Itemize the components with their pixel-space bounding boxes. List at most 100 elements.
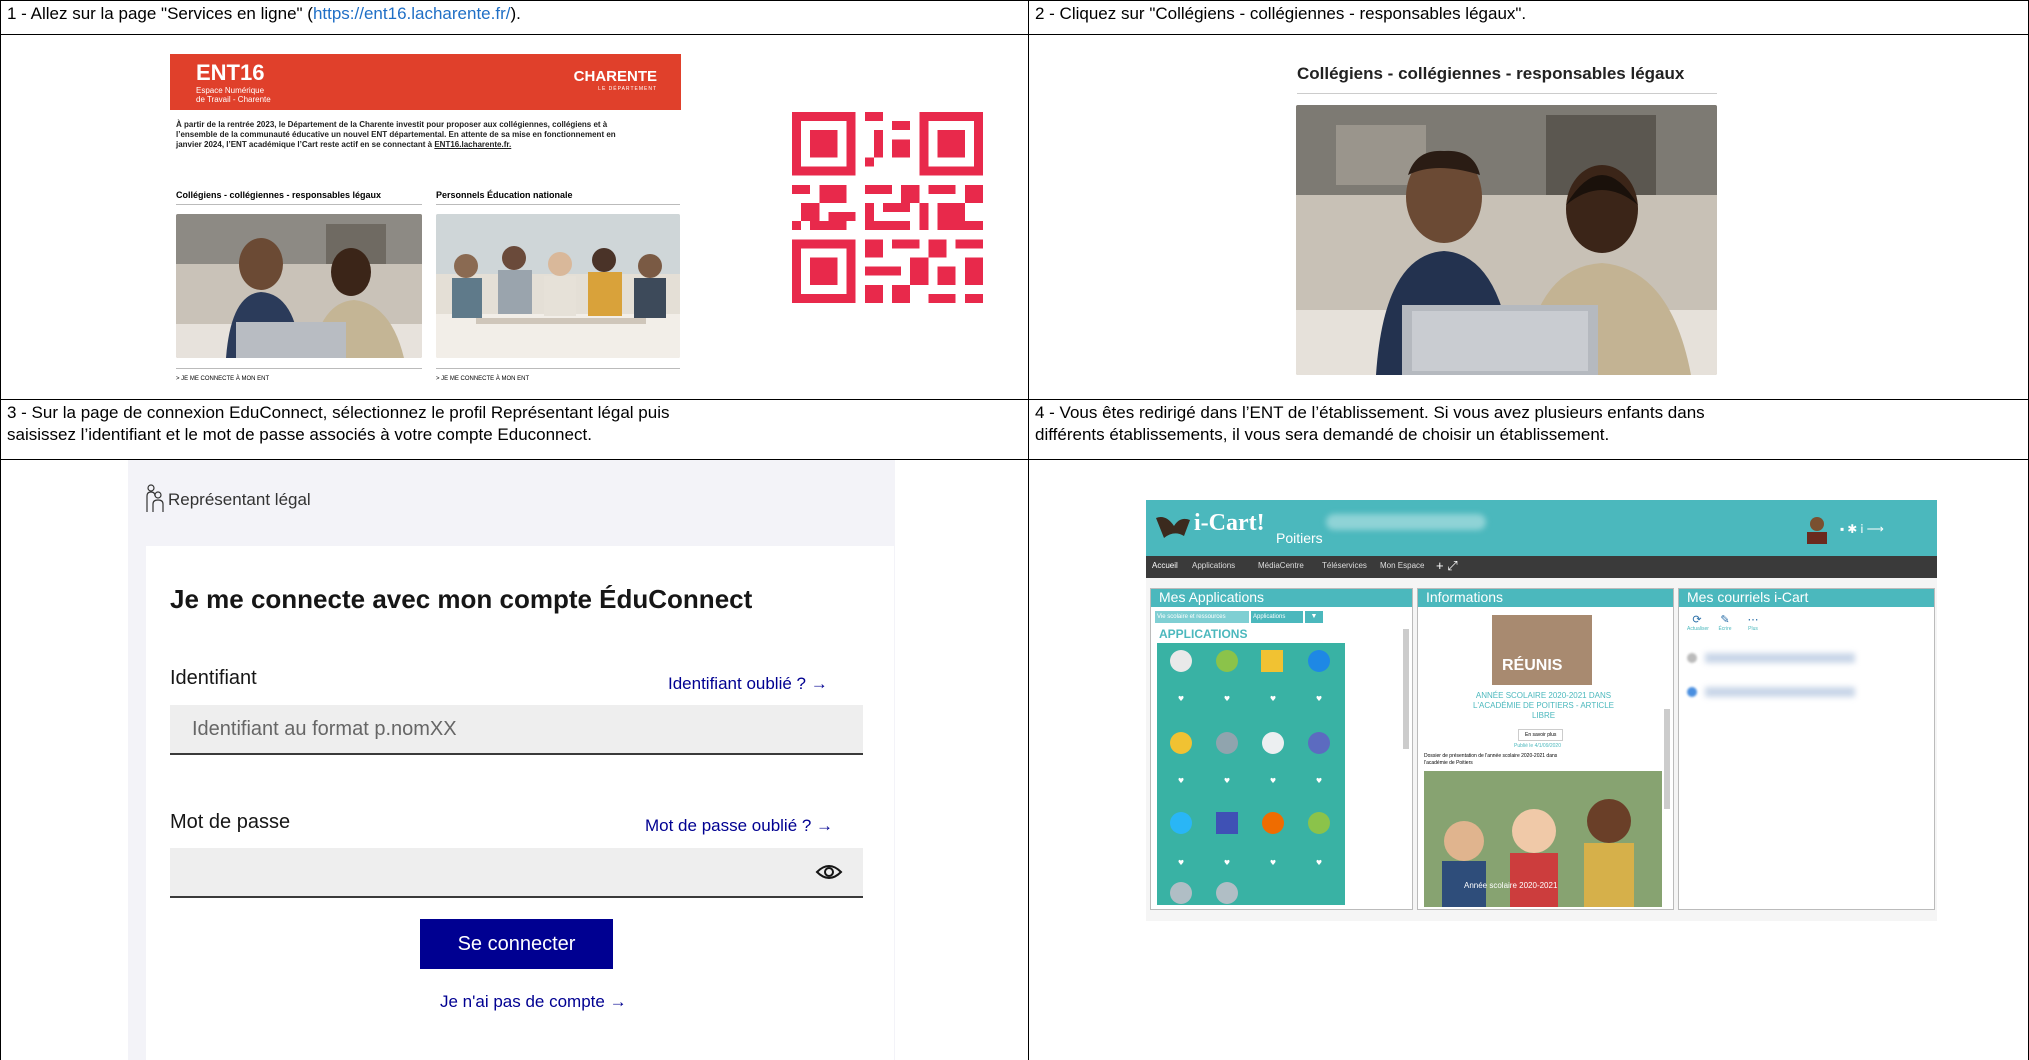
ent16-intro-link[interactable]: ENT16.lacharente.fr. bbox=[434, 140, 511, 149]
svg-text:♥: ♥ bbox=[1178, 777, 1184, 785]
step3-caption: 3 - Sur la page de connexion EduConnect,… bbox=[1, 400, 1028, 448]
menu-item-applications[interactable]: Applications bbox=[1192, 561, 1235, 570]
ent16-logo: ENT16 bbox=[196, 60, 265, 85]
ent16-banner: ENT16 Espace Numérique de Travail - Chare… bbox=[170, 54, 681, 110]
ent16-col2-connect-link[interactable]: > JE ME CONNECTE À MON ENT bbox=[436, 376, 529, 382]
apps-section-title: APPLICATIONS bbox=[1159, 627, 1248, 641]
svg-text:♥: ♥ bbox=[1316, 695, 1322, 703]
mail-panel-title: Mes courriels i-Cart bbox=[1679, 589, 1934, 607]
ent16-col1-rule bbox=[176, 204, 422, 205]
icart-brand: i-Cart! bbox=[1194, 510, 1265, 536]
identifier-placeholder: Identifiant au format p.nomXX bbox=[192, 718, 457, 740]
step1-caption-cell: 1 - Allez sur la page "Services en ligne… bbox=[0, 0, 1029, 35]
svg-text:♥: ♥ bbox=[1178, 859, 1184, 867]
menu-item-accueil[interactable]: Accueil bbox=[1152, 561, 1178, 570]
icart-logo-icon bbox=[1156, 517, 1190, 538]
apps-panel: Mes Applications Vie scolaire et ressour… bbox=[1150, 588, 1413, 910]
refresh-icon: ⟳ bbox=[1692, 614, 1702, 626]
info-title-line3: LIBRE bbox=[1531, 711, 1556, 720]
password-input[interactable] bbox=[170, 848, 863, 898]
info-photo-2[interactable]: Année scolaire 2020-2021 bbox=[1424, 771, 1662, 907]
identifier-input[interactable]: Identifiant au format p.nomXX bbox=[170, 705, 863, 755]
menu-item-mon-espace[interactable]: Mon Espace bbox=[1380, 561, 1424, 570]
step3-caption-cell: 3 - Sur la page de connexion EduConnect,… bbox=[0, 399, 1029, 460]
charente-logo: CHARENTE bbox=[573, 68, 657, 85]
info-photo-2-text: Année scolaire 2020-2021 bbox=[1464, 881, 1558, 890]
icart-header: i-Cart! Poitiers ▪✱ⅰ⟶ bbox=[1146, 500, 1937, 556]
ent16-col1-bottom-rule bbox=[176, 368, 422, 369]
panel2-photo-family[interactable] bbox=[1296, 105, 1717, 375]
password-forgot-link[interactable]: Mot de passe oublié ? → bbox=[645, 816, 833, 836]
icart-screenshot: i-Cart! Poitiers ▪✱ⅰ⟶ Accueil Applicatio… bbox=[1146, 500, 1937, 921]
ent16-col2-title[interactable]: Personnels Éducation nationale bbox=[436, 190, 573, 200]
svg-text:♥: ♥ bbox=[1178, 695, 1184, 703]
family-photo-large-image bbox=[1296, 105, 1717, 375]
ent16-link[interactable]: https://ent16.lacharente.fr/ bbox=[313, 4, 511, 23]
icart-school-name-blurred bbox=[1326, 514, 1486, 530]
mail-more-label: Plus bbox=[1748, 626, 1758, 632]
ent16-col1-title[interactable]: Collégiens - collégiennes - responsables… bbox=[176, 190, 381, 200]
ent16-intro: À partir de la rentrée 2023, le Départem… bbox=[176, 120, 686, 150]
ent16-tagline: Espace Numérique de Travail - Charente bbox=[196, 86, 271, 104]
mail-avatar bbox=[1687, 687, 1697, 697]
mail-avatar bbox=[1687, 653, 1697, 663]
show-password-eye-icon[interactable] bbox=[815, 862, 843, 882]
ent16-photo-family[interactable] bbox=[176, 214, 422, 358]
more-icon: ⋯ bbox=[1747, 614, 1759, 626]
staff-photo-image bbox=[436, 214, 680, 358]
identifier-label: Identifiant bbox=[170, 667, 257, 689]
ent16-photo-staff[interactable] bbox=[436, 214, 680, 358]
add-tab-icon[interactable]: + ⤢ bbox=[1436, 558, 1458, 574]
ent16-intro2: l’ensemble de la communauté éducative un… bbox=[176, 130, 616, 139]
no-account-link[interactable]: Je n'ai pas de compte → bbox=[440, 992, 627, 1012]
ent16-intro3: janvier 2024, l’ENT académique l’Cart re… bbox=[176, 140, 433, 149]
step2-caption-cell: 2 - Cliquez sur "Collégiens - collégienn… bbox=[1028, 0, 2029, 35]
step4-caption-cell: 4 - Vous êtes redirigé dans l’ENT de l’é… bbox=[1028, 399, 2029, 460]
password-label: Mot de passe bbox=[170, 811, 291, 833]
info-scrollbar[interactable] bbox=[1664, 709, 1670, 809]
login-title: Je me connecte avec mon compte ÉduConnec… bbox=[170, 584, 753, 614]
step2-caption: 2 - Cliquez sur "Collégiens - collégienn… bbox=[1035, 4, 1527, 23]
svg-text:♥: ♥ bbox=[1270, 777, 1276, 785]
mail-refresh-button[interactable]: ⟳ Actualiser bbox=[1687, 613, 1709, 632]
mail-write-label: Écrire bbox=[1718, 626, 1732, 632]
apps-scrollbar[interactable] bbox=[1403, 629, 1409, 749]
info-date: Publié le 4/1/09/2020 bbox=[1514, 743, 1561, 749]
info-panel: Informations RÉUNIS ANNÉE SCOLAIRE 2020-… bbox=[1417, 588, 1674, 910]
apps-tab-vie-scolaire[interactable]: Vie scolaire et ressources bbox=[1155, 611, 1249, 623]
menu-item-mediacentre[interactable]: MédiaCentre bbox=[1258, 561, 1304, 570]
ent16-col2-bottom-rule bbox=[436, 368, 680, 369]
info-title-line2: L'ACADÉMIE DE POITIERS - ARTICLE bbox=[1473, 701, 1614, 710]
info-read-more-button[interactable]: En savoir plus bbox=[1518, 729, 1564, 741]
edit-icon: ✎ bbox=[1720, 614, 1730, 626]
mail-item[interactable] bbox=[1687, 685, 1917, 699]
info-desc-line1: Dossier de présentation de l'année scola… bbox=[1424, 753, 1558, 759]
step1-caption-suffix: ). bbox=[510, 4, 521, 23]
panel2-heading[interactable]: Collégiens - collégiennes - responsables… bbox=[1297, 64, 1684, 84]
apps-tab-dropdown[interactable]: ▼ bbox=[1305, 611, 1323, 623]
mail-item[interactable] bbox=[1687, 651, 1917, 665]
user-avatar[interactable] bbox=[1802, 514, 1832, 544]
svg-text:♥: ♥ bbox=[1270, 859, 1276, 867]
step4-caption-line1: 4 - Vous êtes redirigé dans l’ENT de l’é… bbox=[1035, 403, 1705, 422]
apps-tab-applications[interactable]: Applications bbox=[1251, 611, 1303, 623]
menu-item-teleservices[interactable]: Téléservices bbox=[1322, 561, 1367, 570]
svg-text:♥: ♥ bbox=[1224, 859, 1230, 867]
mail-refresh-label: Actualiser bbox=[1687, 626, 1709, 632]
mail-write-button[interactable]: ✎ Écrire bbox=[1715, 613, 1735, 632]
ent16-col1-connect-link[interactable]: > JE ME CONNECTE À MON ENT bbox=[176, 376, 269, 382]
identifier-forgot-link[interactable]: Identifiant oublié ? → bbox=[668, 674, 828, 694]
svg-text:♥: ♥ bbox=[1270, 695, 1276, 703]
icart-menu-bar: Accueil Applications MédiaCentre Téléser… bbox=[1146, 556, 1937, 578]
login-button[interactable]: Se connecter bbox=[420, 919, 613, 969]
mail-subject-blurred bbox=[1705, 687, 1855, 697]
step4-caption: 4 - Vous êtes redirigé dans l’ENT de l’é… bbox=[1029, 400, 2028, 448]
info-description: Dossier de présentation de l'année scola… bbox=[1424, 753, 1557, 767]
info-article-title[interactable]: ANNÉE SCOLAIRE 2020-2021 DANS L'ACADÉMIE … bbox=[1426, 691, 1661, 721]
educonnect-login-card bbox=[146, 546, 894, 1060]
profile-label: Représentant légal bbox=[168, 490, 311, 509]
info-photo[interactable]: RÉUNIS bbox=[1492, 615, 1592, 685]
apps-grid: ♥ ♥ ♥ ♥ ♥ ♥ ♥ ♥ ♥ ♥ ♥ ♥ bbox=[1157, 643, 1345, 905]
header-tool-icons[interactable]: ▪✱ⅰ⟶ bbox=[1840, 522, 1887, 536]
mail-more-button[interactable]: ⋯ Plus bbox=[1743, 613, 1763, 632]
